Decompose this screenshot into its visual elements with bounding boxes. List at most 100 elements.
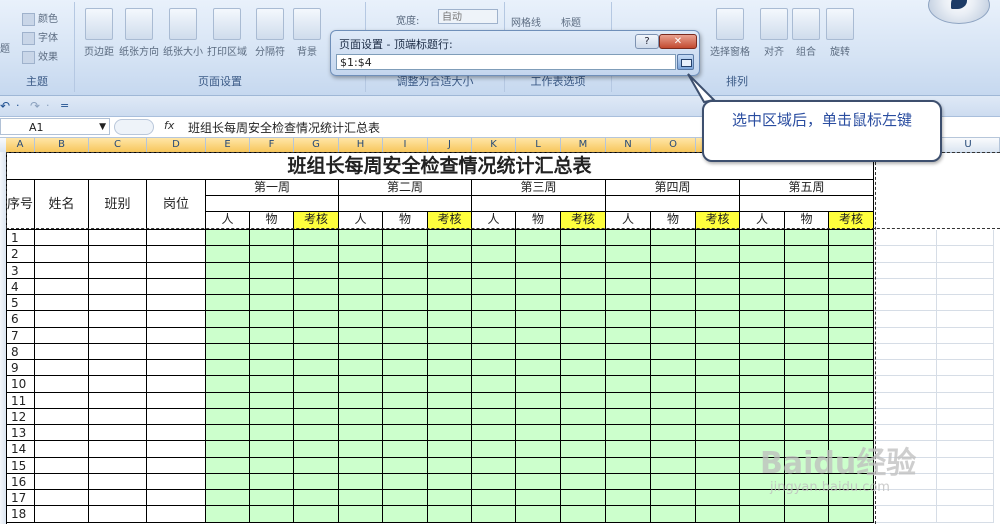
check-cell[interactable] bbox=[785, 393, 829, 409]
check-cell[interactable] bbox=[472, 409, 516, 425]
check-cell[interactable] bbox=[740, 409, 785, 425]
check-cell[interactable] bbox=[561, 490, 606, 506]
theme-button-cut[interactable]: 题 bbox=[0, 40, 10, 55]
empty-cell[interactable] bbox=[874, 506, 937, 523]
check-cell[interactable] bbox=[785, 376, 829, 393]
check-cell[interactable] bbox=[829, 311, 874, 328]
team-cell[interactable] bbox=[89, 474, 147, 490]
check-cell[interactable] bbox=[428, 458, 472, 474]
row-number[interactable]: 16 bbox=[6, 474, 35, 490]
name-cell[interactable] bbox=[35, 441, 89, 458]
check-cell[interactable] bbox=[606, 490, 651, 506]
check-cell[interactable] bbox=[294, 409, 339, 425]
check-cell[interactable] bbox=[516, 409, 561, 425]
empty-cell[interactable] bbox=[874, 246, 937, 263]
check-cell[interactable] bbox=[740, 393, 785, 409]
check-cell[interactable] bbox=[651, 376, 696, 393]
check-cell[interactable] bbox=[294, 441, 339, 458]
check-cell[interactable] bbox=[472, 295, 516, 311]
undo-dropdown-icon[interactable]: · bbox=[16, 99, 20, 112]
customize-qat-icon[interactable]: = bbox=[60, 99, 69, 112]
check-cell[interactable] bbox=[428, 425, 472, 441]
check-cell[interactable] bbox=[561, 263, 606, 279]
check-cell[interactable] bbox=[383, 393, 428, 409]
check-cell[interactable] bbox=[294, 458, 339, 474]
check-cell[interactable] bbox=[294, 344, 339, 360]
check-cell[interactable] bbox=[206, 490, 250, 506]
check-cell[interactable] bbox=[339, 344, 383, 360]
check-cell[interactable] bbox=[561, 344, 606, 360]
check-cell[interactable] bbox=[472, 246, 516, 263]
column-header-c[interactable]: C bbox=[89, 138, 147, 152]
check-cell[interactable] bbox=[250, 490, 294, 506]
check-cell[interactable] bbox=[250, 230, 294, 246]
empty-cell[interactable] bbox=[937, 263, 994, 279]
post-cell[interactable] bbox=[147, 263, 206, 279]
check-cell[interactable] bbox=[606, 344, 651, 360]
check-cell[interactable] bbox=[561, 311, 606, 328]
team-cell[interactable] bbox=[89, 311, 147, 328]
check-cell[interactable] bbox=[383, 376, 428, 393]
check-cell[interactable] bbox=[250, 246, 294, 263]
check-cell[interactable] bbox=[428, 295, 472, 311]
check-cell[interactable] bbox=[339, 393, 383, 409]
check-cell[interactable] bbox=[206, 246, 250, 263]
check-cell[interactable] bbox=[785, 506, 829, 523]
check-cell[interactable] bbox=[383, 246, 428, 263]
check-cell[interactable] bbox=[740, 311, 785, 328]
check-cell[interactable] bbox=[785, 263, 829, 279]
check-cell[interactable] bbox=[294, 506, 339, 523]
print-area-button[interactable]: 打印区域 bbox=[207, 8, 247, 58]
check-cell[interactable] bbox=[696, 246, 740, 263]
check-cell[interactable] bbox=[561, 409, 606, 425]
check-cell[interactable] bbox=[696, 490, 740, 506]
check-cell[interactable] bbox=[829, 328, 874, 344]
check-cell[interactable] bbox=[294, 474, 339, 490]
name-cell[interactable] bbox=[35, 246, 89, 263]
empty-cell[interactable] bbox=[937, 393, 994, 409]
name-box[interactable]: A1 ▼ bbox=[0, 118, 110, 135]
empty-cell[interactable] bbox=[937, 506, 994, 523]
check-cell[interactable] bbox=[339, 506, 383, 523]
check-cell[interactable] bbox=[651, 393, 696, 409]
row-number[interactable]: 9 bbox=[6, 360, 35, 376]
check-cell[interactable] bbox=[294, 279, 339, 295]
check-cell[interactable] bbox=[785, 230, 829, 246]
name-cell[interactable] bbox=[35, 490, 89, 506]
colors-button[interactable]: 颜色 bbox=[22, 10, 58, 26]
column-header-h[interactable]: H bbox=[339, 138, 383, 152]
check-cell[interactable] bbox=[829, 360, 874, 376]
check-cell[interactable] bbox=[206, 393, 250, 409]
post-cell[interactable] bbox=[147, 376, 206, 393]
check-cell[interactable] bbox=[250, 279, 294, 295]
check-cell[interactable] bbox=[561, 393, 606, 409]
check-cell[interactable] bbox=[785, 311, 829, 328]
check-cell[interactable] bbox=[206, 458, 250, 474]
check-cell[interactable] bbox=[829, 246, 874, 263]
check-cell[interactable] bbox=[561, 506, 606, 523]
empty-cell[interactable] bbox=[874, 344, 937, 360]
check-cell[interactable] bbox=[651, 328, 696, 344]
rotate-button[interactable]: 旋转 bbox=[820, 8, 860, 58]
check-cell[interactable] bbox=[516, 506, 561, 523]
check-cell[interactable] bbox=[829, 230, 874, 246]
empty-cell[interactable] bbox=[874, 295, 937, 311]
check-cell[interactable] bbox=[472, 474, 516, 490]
team-cell[interactable] bbox=[89, 279, 147, 295]
row-number[interactable]: 4 bbox=[6, 279, 35, 295]
check-cell[interactable] bbox=[383, 409, 428, 425]
post-cell[interactable] bbox=[147, 474, 206, 490]
check-cell[interactable] bbox=[339, 311, 383, 328]
check-cell[interactable] bbox=[294, 490, 339, 506]
check-cell[interactable] bbox=[740, 230, 785, 246]
empty-cell[interactable] bbox=[874, 328, 937, 344]
check-cell[interactable] bbox=[606, 279, 651, 295]
check-cell[interactable] bbox=[516, 425, 561, 441]
check-cell[interactable] bbox=[785, 295, 829, 311]
check-cell[interactable] bbox=[428, 490, 472, 506]
empty-cell[interactable] bbox=[874, 376, 937, 393]
check-cell[interactable] bbox=[516, 328, 561, 344]
empty-cell[interactable] bbox=[874, 279, 937, 295]
check-cell[interactable] bbox=[206, 474, 250, 490]
empty-cell[interactable] bbox=[937, 409, 994, 425]
